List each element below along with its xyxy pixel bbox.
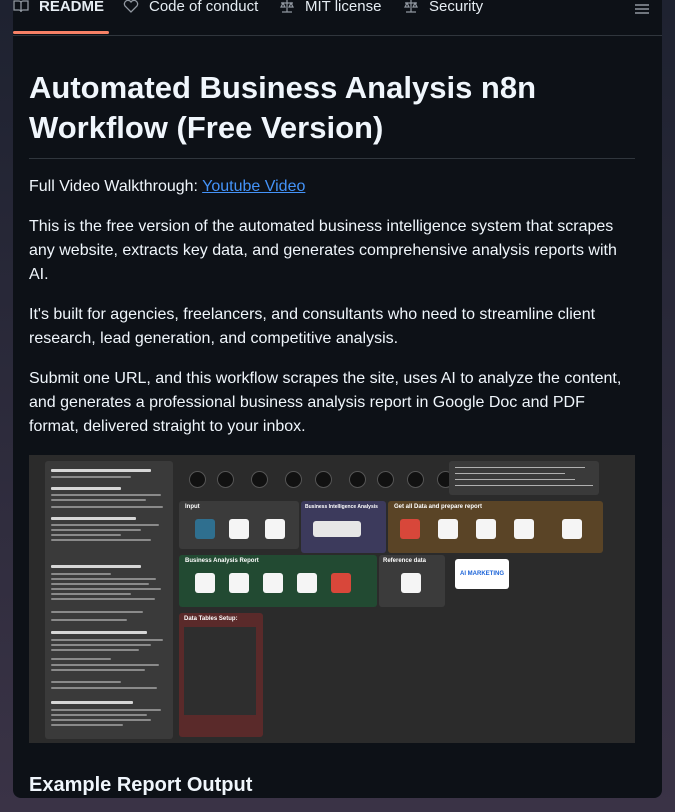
tab-security-label: Security [429, 0, 484, 15]
active-tab-underline [13, 31, 109, 34]
intelligence-panel: Business Intelligence Analysis [301, 501, 386, 553]
reference-panel: Reference data [379, 555, 445, 607]
example-report-heading: Example Report Output [29, 774, 253, 796]
tab-security[interactable]: Security [403, 0, 483, 20]
tab-code-of-conduct-label: Code of conduct [149, 0, 259, 15]
tab-readme[interactable]: README [13, 0, 104, 20]
summary-paragraph: Submit one URL, and this workflow scrape… [29, 370, 622, 435]
youtube-video-link[interactable]: Youtube Video [202, 178, 305, 195]
outline-button[interactable] [634, 2, 652, 16]
data-tables-panel: Data Tables Setup: [179, 613, 263, 737]
walkthrough-line: Full Video Walkthrough: Youtube Video [29, 175, 634, 199]
scale-icon [403, 0, 419, 14]
audience-paragraph: It's built for agencies, freelancers, an… [29, 306, 596, 347]
tab-code-of-conduct[interactable]: Code of conduct [123, 0, 258, 20]
tab-mit-license-label: MIT license [305, 0, 382, 15]
report-panel: Business Analysis Report [179, 555, 377, 607]
walkthrough-label: Full Video Walkthrough: [29, 178, 198, 195]
list-icon [634, 3, 650, 19]
readme-tabs: README Code of conduct MIT license Secur… [13, 0, 662, 36]
readme-card: README Code of conduct MIT license Secur… [13, 0, 662, 798]
book-icon [13, 0, 29, 14]
input-panel: Input [179, 501, 299, 549]
data-tables-label: Data Tables Setup: [184, 616, 238, 622]
ai-marketing-logo: AI MARKETING [455, 559, 509, 589]
get-data-label: Get all Data and prepare report [394, 504, 483, 510]
tab-mit-license[interactable]: MIT license [279, 0, 381, 20]
scale-icon [279, 0, 295, 14]
setup-guide-note [45, 461, 173, 739]
ai-marketing-logo-text: AI MARKETING [460, 571, 504, 577]
title-divider [29, 158, 635, 159]
report-label: Business Analysis Report [185, 558, 259, 564]
workflow-screenshot: Input Business Intelligence Analysis Get… [29, 455, 635, 743]
input-label: Input [185, 504, 200, 510]
intelligence-label: Business Intelligence Analysis [305, 504, 378, 510]
tab-readme-label: README [39, 0, 105, 15]
heart-icon [123, 0, 139, 14]
get-data-panel: Get all Data and prepare report [388, 501, 603, 553]
readme-title: Automated Business Analysis n8n Workflow… [29, 70, 537, 145]
intro-paragraph: This is the free version of the automate… [29, 218, 617, 283]
reference-label: Reference data [383, 558, 427, 564]
